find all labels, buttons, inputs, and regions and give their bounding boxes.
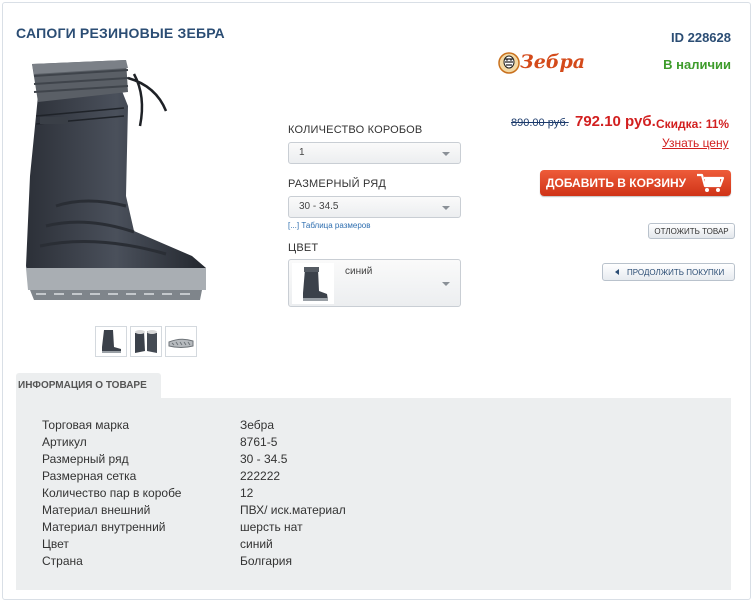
old-price: 890.00 руб. [511, 117, 569, 129]
chevron-down-icon [442, 282, 450, 286]
product-main-image[interactable] [16, 56, 216, 316]
color-swatch-image [292, 263, 334, 304]
info-value-country: Болгария [240, 554, 292, 568]
thumbnail-front[interactable] [95, 326, 127, 357]
info-label-inner-material: Материал внутренний [42, 520, 166, 534]
add-to-cart-label: ДОБАВИТЬ В КОРЗИНУ [546, 176, 687, 190]
chevron-down-icon [442, 152, 450, 156]
boxes-count-label: КОЛИЧЕСТВО КОРОБОВ [288, 124, 423, 136]
size-range-label: РАЗМЕРНЫЙ РЯД [288, 178, 387, 190]
product-id: ID 228628 [671, 30, 731, 45]
info-value-article: 8761-5 [240, 435, 278, 449]
defer-item-button[interactable]: ОТЛОЖИТЬ ТОВАР [648, 223, 735, 239]
continue-shopping-label: ПРОДОЛЖИТЬ ПОКУПКИ [627, 268, 725, 277]
boot-sole-icon [168, 338, 194, 348]
info-label-outer-material: Материал внешний [42, 503, 151, 517]
back-arrow-icon [615, 269, 619, 275]
thumbnail-top[interactable] [130, 326, 162, 357]
boot-front-icon [102, 330, 121, 353]
info-value-color: синий [240, 537, 273, 551]
cart-icon [697, 173, 725, 192]
boot-thumbnail-icon [303, 267, 328, 301]
color-select[interactable]: синий [288, 259, 461, 307]
info-label-size-grid: Размерная сетка [42, 469, 137, 483]
info-label-size-range: Размерный ряд [42, 452, 129, 466]
availability-status: В наличии [663, 57, 731, 72]
size-table-link[interactable]: [...] Таблица размеров [288, 221, 371, 230]
continue-shopping-button[interactable]: ПРОДОЛЖИТЬ ПОКУПКИ [602, 263, 735, 281]
info-value-inner-material: шерсть нат [240, 520, 303, 534]
info-value-size-range: 30 - 34.5 [240, 452, 288, 466]
product-title: САПОГИ РЕЗИНОВЫЕ ЗЕБРА [16, 25, 225, 41]
brand-logo-text: Зебра [520, 51, 586, 73]
info-label-pairs-per-box: Количество пар в коробе [42, 486, 182, 500]
discount-label: Скидка: [656, 117, 703, 131]
discount-value: 11% [705, 117, 730, 131]
zebra-mascot-icon [498, 52, 520, 74]
rubber-boot-image [26, 60, 206, 300]
size-range-select[interactable]: 30 - 34.5 [288, 196, 461, 218]
boot-pair-icon [135, 330, 157, 353]
brand-logo[interactable]: Зебра [498, 50, 585, 78]
chevron-down-icon [442, 206, 450, 210]
tab-product-info[interactable]: ИНФОРМАЦИЯ О ТОВАРЕ [16, 373, 161, 399]
info-value-brand: Зебра [240, 418, 275, 432]
info-label-country: Страна [42, 554, 83, 568]
info-label-color: Цвет [42, 537, 69, 551]
info-value-pairs-per-box: 12 [240, 486, 254, 500]
product-info-panel: Торговая марка Зебра Артикул 8761-5 Разм… [16, 398, 731, 590]
boxes-count-select[interactable]: 1 [288, 142, 461, 164]
info-value-outer-material: ПВХ/ иск.материал [240, 503, 346, 517]
info-value-size-grid: 222222 [240, 469, 281, 483]
color-value: синий [345, 266, 373, 277]
check-price-link[interactable]: Узнать цену [662, 136, 729, 150]
boxes-count-value: 1 [299, 147, 305, 158]
color-label: ЦВЕТ [288, 242, 319, 254]
info-label-article: Артикул [42, 435, 87, 449]
size-range-value: 30 - 34.5 [299, 201, 339, 212]
info-label-brand: Торговая марка [42, 418, 130, 432]
current-price: 792.10 руб. [575, 113, 656, 130]
add-to-cart-button[interactable]: ДОБАВИТЬ В КОРЗИНУ [540, 170, 731, 196]
discount: Скидка: 11% [656, 117, 729, 131]
thumbnail-sole[interactable] [165, 326, 197, 357]
